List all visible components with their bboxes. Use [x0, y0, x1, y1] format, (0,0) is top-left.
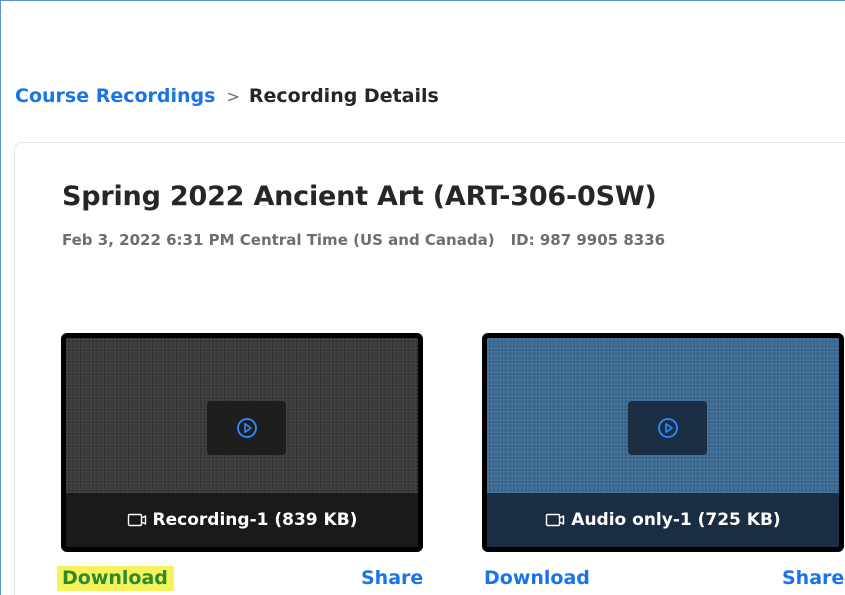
meeting-meta: Feb 3, 2022 6:31 PM Central Time (US and… [62, 231, 665, 249]
breadcrumb: Course Recordings > Recording Details [15, 85, 439, 107]
recording-thumbnail-video[interactable]: Recording-1 (839 KB) [61, 333, 423, 552]
breadcrumb-current: Recording Details [248, 85, 439, 107]
play-circle-icon [657, 418, 678, 438]
recording-caption: Recording-1 (839 KB) [66, 493, 418, 547]
video-file-icon [127, 512, 147, 528]
play-button[interactable] [628, 401, 707, 455]
page-frame: Course Recordings > Recording Details Spri… [0, 0, 845, 595]
play-circle-icon [236, 418, 257, 438]
download-button-recording-1[interactable]: Download [57, 566, 174, 591]
breadcrumb-course-recordings-link[interactable]: Course Recordings [15, 85, 215, 107]
video-file-icon [545, 512, 565, 528]
recording-caption: Audio only-1 (725 KB) [487, 493, 839, 547]
meeting-datetime: Feb 3, 2022 6:31 PM Central Time (US and… [62, 231, 495, 249]
page-title: Spring 2022 Ancient Art (ART-306-0SW) [62, 181, 657, 212]
share-button-recording-2[interactable]: Share [782, 567, 844, 589]
recording-label: Recording-1 (839 KB) [152, 510, 358, 530]
share-button-recording-1[interactable]: Share [361, 567, 423, 589]
play-button[interactable] [207, 401, 286, 455]
recording-label: Audio only-1 (725 KB) [571, 510, 781, 530]
download-button-recording-2[interactable]: Download [484, 567, 590, 589]
recording-thumbnail-audio[interactable]: Audio only-1 (725 KB) [482, 333, 844, 552]
meeting-id: ID: 987 9905 8336 [510, 231, 666, 249]
breadcrumb-separator: > [226, 87, 240, 106]
